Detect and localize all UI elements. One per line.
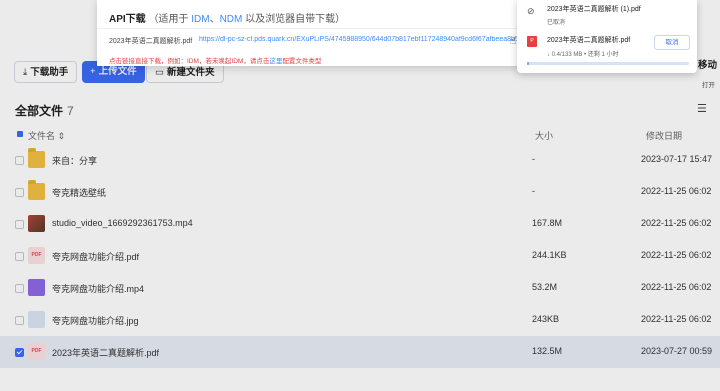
download-item-2-name[interactable]: 2023年英语二真题解析.pdf: [547, 35, 630, 45]
cancel-download-button[interactable]: 取消: [654, 35, 690, 50]
api-note-suffix: 以及浏览器自带下载）: [245, 14, 346, 25]
ndm-link[interactable]: NDM: [220, 14, 243, 25]
api-warn-suffix: 配置文件类型: [282, 58, 322, 65]
api-title: API下载 （适用于 IDM、NDM 以及浏览器自带下载）: [109, 10, 345, 25]
divider: [97, 28, 529, 29]
cancelled-file-icon: ⊘: [527, 6, 535, 16]
pdf-file-icon: P: [527, 36, 537, 47]
download-item-2-status: ↓ 0.4/133 MB • 还剩 1 小时: [547, 52, 619, 58]
api-download-link[interactable]: https://dl-pc-sz-cf.pds.quark.cn/EXuPLiP…: [199, 36, 529, 43]
api-title-text: API下载: [109, 14, 146, 25]
config-here-link[interactable]: 这里: [269, 58, 282, 65]
api-note-sep: 、: [209, 14, 220, 25]
browser-downloads-panel: ⊘ 2023年英语二真题解析 (1).pdf 已取消 P 2023年英语二真题解…: [517, 0, 697, 73]
download-progress-fill: [527, 62, 529, 65]
download-progress-bar: [527, 62, 689, 65]
api-file-name: 2023年英语二真题解析.pdf: [109, 38, 193, 45]
api-note-prefix: （适用于: [148, 14, 189, 25]
download-item-1-status: 已取消: [547, 20, 566, 26]
api-download-panel: API下载 （适用于 IDM、NDM 以及浏览器自带下载） 2023年英语二真题…: [97, 0, 529, 66]
api-warn-prefix: 点击链接直接下载，例如：IDM，若未唤起IDM，请点击: [109, 58, 270, 65]
hand-cursor-icon: ☝: [510, 36, 517, 47]
download-item-1-name[interactable]: 2023年英语二真题解析 (1).pdf: [547, 4, 641, 14]
idm-link[interactable]: IDM: [191, 14, 209, 25]
api-warning: 点击链接直接下载，例如：IDM，若未唤起IDM，请点击这里配置文件类型: [109, 55, 321, 65]
